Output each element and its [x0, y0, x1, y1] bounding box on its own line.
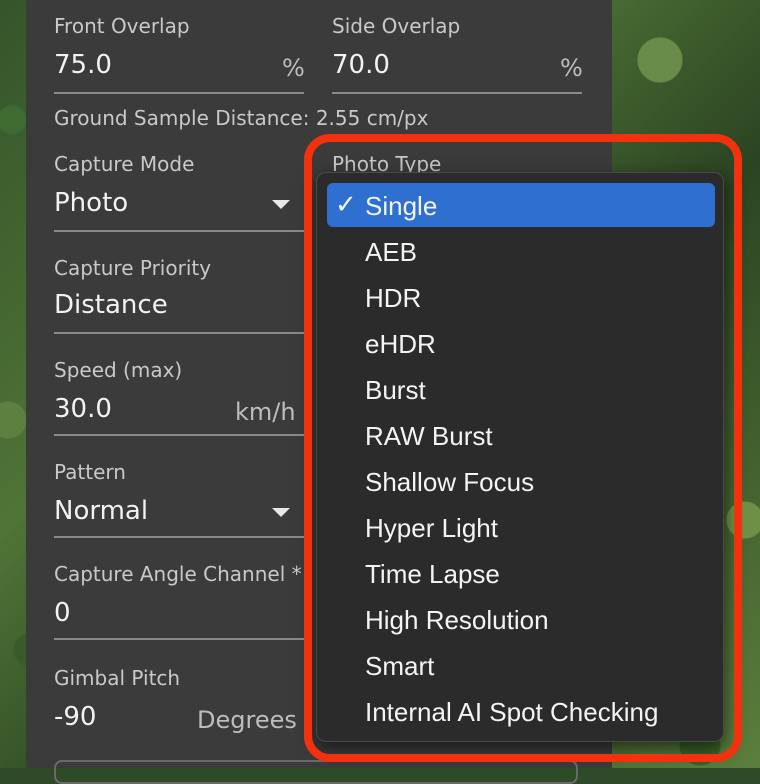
speed-unit: km/h — [235, 398, 296, 426]
capture-mode-select[interactable]: Photo — [54, 188, 128, 218]
gimbal-pitch-unit: Degrees — [197, 706, 297, 734]
front-overlap-unit: % — [282, 54, 305, 82]
pattern-label: Pattern — [54, 460, 126, 484]
side-overlap-label: Side Overlap — [332, 14, 461, 38]
next-field-outline — [54, 760, 578, 784]
gimbal-pitch-label: Gimbal Pitch — [54, 666, 181, 690]
capture-mode-chevron-down-icon[interactable] — [272, 200, 290, 209]
speed-underline — [54, 434, 304, 436]
side-overlap-unit: % — [560, 54, 583, 82]
capture-priority-select[interactable]: Distance — [54, 290, 168, 320]
red-highlight-annotation — [304, 134, 742, 762]
gimbal-pitch-input[interactable]: -90 — [54, 702, 96, 732]
side-overlap-underline — [332, 92, 582, 94]
speed-input[interactable]: 30.0 — [54, 394, 112, 424]
pattern-underline — [54, 536, 304, 538]
capture-mode-underline — [54, 230, 304, 232]
pattern-chevron-down-icon[interactable] — [272, 508, 290, 517]
capture-angle-underline — [54, 638, 304, 640]
capture-priority-underline — [54, 332, 304, 334]
front-overlap-underline — [54, 92, 304, 94]
capture-priority-label: Capture Priority — [54, 256, 212, 280]
ground-sample-distance: Ground Sample Distance: 2.55 cm/px — [54, 106, 429, 130]
front-overlap-label: Front Overlap — [54, 14, 190, 38]
front-overlap-input[interactable]: 75.0 — [54, 50, 112, 80]
speed-label: Speed (max) — [54, 358, 183, 382]
side-overlap-input[interactable]: 70.0 — [332, 50, 390, 80]
capture-angle-input[interactable]: 0 — [54, 598, 71, 628]
pattern-select[interactable]: Normal — [54, 496, 148, 526]
capture-angle-label: Capture Angle Channel * — [54, 562, 302, 586]
capture-mode-label: Capture Mode — [54, 152, 195, 176]
